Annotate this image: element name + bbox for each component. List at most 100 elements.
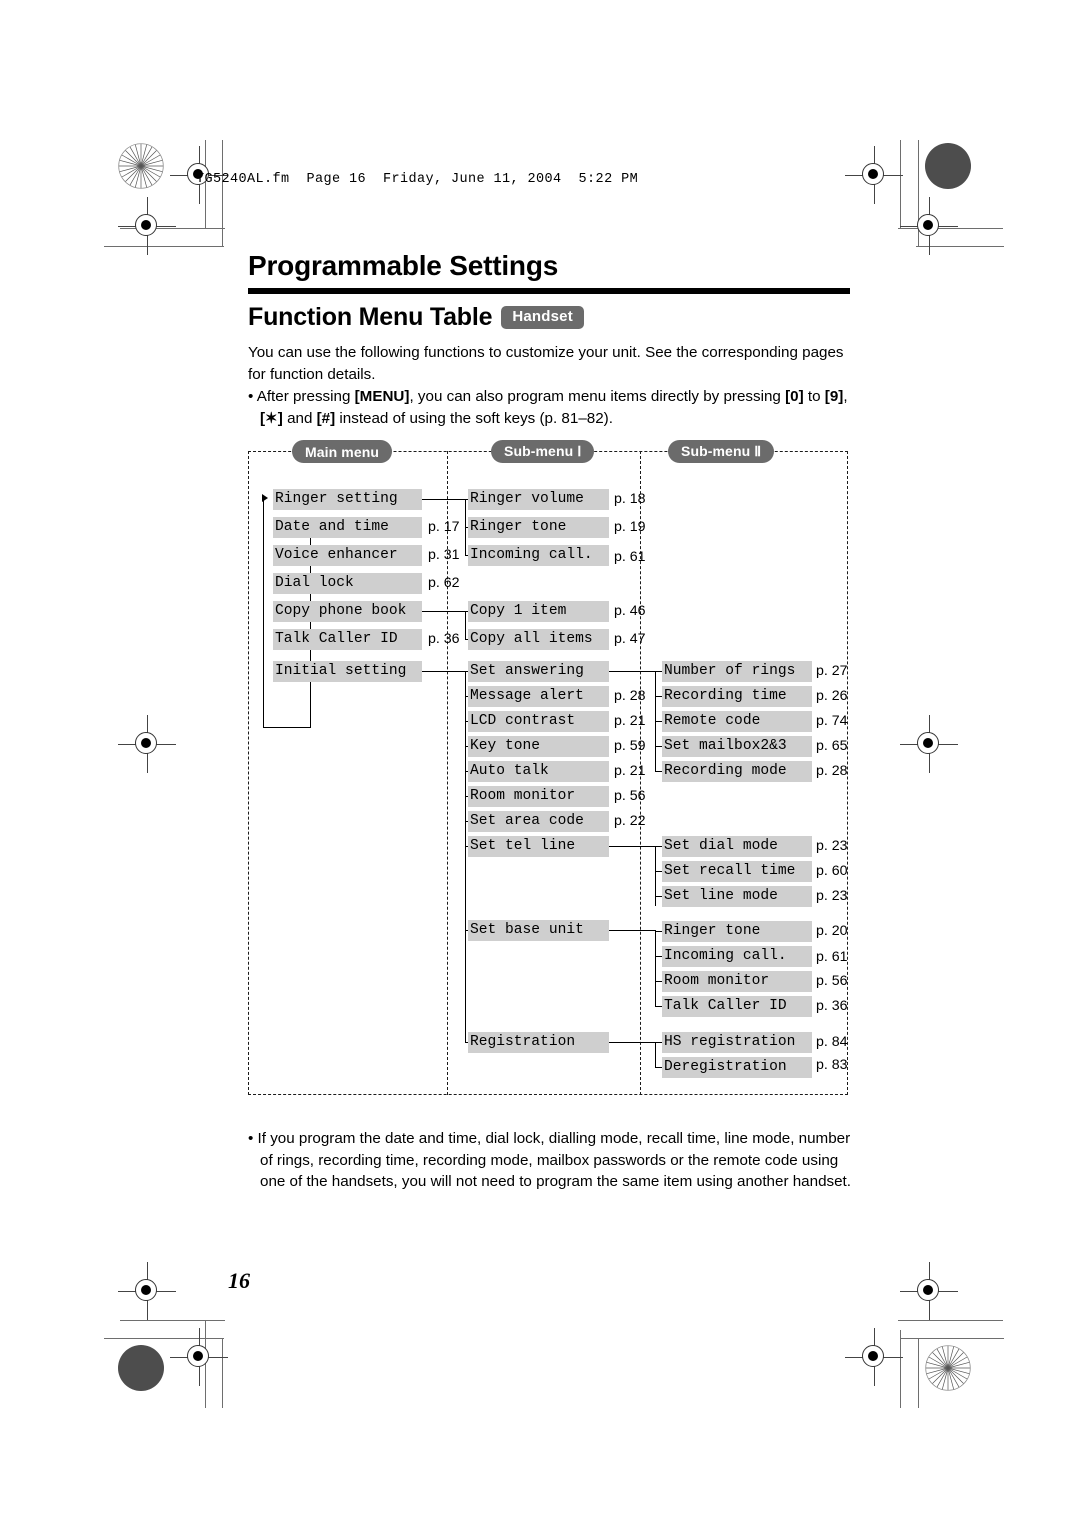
- connector: [655, 930, 657, 1007]
- handset-badge: Handset: [501, 305, 584, 330]
- main-menu-arrow-icon: [262, 493, 268, 502]
- page-ref: p. 74: [816, 713, 848, 729]
- file-info-header: TG5240AL.fm Page 16 Friday, June 11, 200…: [196, 172, 639, 187]
- page-ref: p. 36: [428, 631, 460, 647]
- connector: [422, 499, 466, 501]
- menu-item-voice-enhancer[interactable]: Voice enhancer: [273, 545, 422, 566]
- page-ref: p. 83: [816, 1057, 848, 1073]
- submenu1-item-set-area-code[interactable]: Set area code: [468, 811, 609, 832]
- title-rule: [248, 288, 850, 294]
- submenu2-item-set-mailbox[interactable]: Set mailbox2&3: [662, 736, 812, 757]
- submenu1-item-ringer-tone[interactable]: Ringer tone: [468, 517, 609, 538]
- submenu1-item-set-base-unit[interactable]: Set base unit: [468, 920, 609, 941]
- submenu2-item-ringer-tone[interactable]: Ringer tone: [662, 921, 812, 942]
- submenu1-item-key-tone[interactable]: Key tone: [468, 736, 609, 757]
- intro-bullet: • After pressing [MENU], you can also pr…: [248, 386, 856, 429]
- page-ref: p. 20: [816, 923, 848, 939]
- connector: [465, 611, 467, 639]
- submenu2-item-incoming-call[interactable]: Incoming call.: [662, 946, 812, 967]
- page-ref: p. 21: [614, 763, 646, 779]
- submenu2-item-set-dial-mode[interactable]: Set dial mode: [662, 836, 812, 857]
- page-ref: p. 47: [614, 631, 646, 647]
- bullet-text-f: instead of using the soft keys (p. 81–82…: [335, 409, 613, 427]
- connector: [422, 611, 466, 613]
- page-ref: p. 22: [614, 813, 646, 829]
- menu-item-date-and-time[interactable]: Date and time: [273, 517, 422, 538]
- connector: [609, 1042, 656, 1044]
- submenu2-item-number-of-rings[interactable]: Number of rings: [662, 661, 812, 682]
- submenu1-item-registration[interactable]: Registration: [468, 1032, 609, 1053]
- main-menu-loop-wire: [263, 727, 311, 729]
- menu-item-talk-caller-id[interactable]: Talk Caller ID: [273, 629, 422, 650]
- submenu1-item-ringer-volume[interactable]: Ringer volume: [468, 489, 609, 510]
- page-ref: p. 56: [614, 788, 646, 804]
- submenu1-item-set-answering[interactable]: Set answering: [468, 661, 609, 682]
- connector: [465, 671, 467, 1043]
- bullet-text-e: and: [282, 409, 317, 427]
- connector: [422, 671, 466, 673]
- bullet-text-b: , you can also program menu items direct…: [409, 388, 786, 405]
- submenu2-item-remote-code[interactable]: Remote code: [662, 711, 812, 732]
- column-header-sub-menu-2: Sub-menu Ⅱ: [668, 440, 775, 463]
- submenu2-item-set-recall-time[interactable]: Set recall time: [662, 861, 812, 882]
- submenu2-item-recording-time[interactable]: Recording time: [662, 686, 812, 707]
- bullet-text-d: ,: [843, 388, 848, 405]
- submenu2-item-hs-registration[interactable]: HS registration: [662, 1032, 812, 1053]
- page-ref: p. 46: [614, 603, 646, 619]
- menu-item-ringer-setting[interactable]: Ringer setting: [273, 489, 422, 510]
- menu-item-copy-phone-book[interactable]: Copy phone book: [273, 601, 422, 622]
- bullet-text-a: • After pressing: [248, 388, 355, 405]
- connector: [655, 1042, 657, 1067]
- submenu1-item-message-alert[interactable]: Message alert: [468, 686, 609, 707]
- page-ref: p. 62: [428, 575, 460, 591]
- page-ref: p. 26: [816, 688, 848, 704]
- submenu2-item-set-line-mode[interactable]: Set line mode: [662, 886, 812, 907]
- function-menu-diagram: Main menu Sub-menu Ⅰ Sub-menu Ⅱ Ringer s…: [248, 440, 848, 1095]
- key-hash: [#]: [316, 409, 336, 427]
- connector: [609, 930, 656, 932]
- submenu1-item-set-tel-line[interactable]: Set tel line: [468, 836, 609, 857]
- submenu1-item-auto-talk[interactable]: Auto talk: [468, 761, 609, 782]
- section-heading: Function Menu Table Handset: [248, 303, 584, 332]
- submenu2-item-recording-mode[interactable]: Recording mode: [662, 761, 812, 782]
- submenu1-item-incoming-call[interactable]: Incoming call.: [468, 545, 609, 566]
- menu-item-dial-lock[interactable]: Dial lock: [273, 573, 422, 594]
- section-title: Function Menu Table: [248, 303, 493, 331]
- page-ref: p. 28: [614, 688, 646, 704]
- page-ref: p. 19: [614, 519, 646, 535]
- key-0: [0]: [785, 388, 804, 405]
- connector: [609, 846, 656, 848]
- page-content: TG5240AL.fm Page 16 Friday, June 11, 200…: [0, 0, 1080, 1528]
- page-ref: p. 84: [816, 1034, 848, 1050]
- submenu1-item-lcd-contrast[interactable]: LCD contrast: [468, 711, 609, 732]
- page-ref: p. 23: [816, 888, 848, 904]
- submenu1-item-room-monitor[interactable]: Room monitor: [468, 786, 609, 807]
- submenu1-item-copy-1-item[interactable]: Copy 1 item: [468, 601, 609, 622]
- submenu2-item-room-monitor[interactable]: Room monitor: [662, 971, 812, 992]
- page-ref: p. 27: [816, 663, 848, 679]
- page-ref: p. 23: [816, 838, 848, 854]
- page-ref: p. 56: [816, 973, 848, 989]
- page-ref: p. 65: [816, 738, 848, 754]
- main-menu-loop-wire: [263, 498, 265, 728]
- page-ref: p. 59: [614, 738, 646, 754]
- submenu1-item-copy-all-items[interactable]: Copy all items: [468, 629, 609, 650]
- page-ref: p. 18: [614, 491, 646, 507]
- page-ref: p. 21: [614, 713, 646, 729]
- column-header-sub-menu-1: Sub-menu Ⅰ: [491, 440, 595, 463]
- submenu2-item-talk-caller-id[interactable]: Talk Caller ID: [662, 996, 812, 1017]
- key-star: [✶]: [260, 409, 283, 427]
- page-ref: p. 17: [428, 519, 460, 535]
- page-ref: p. 61: [816, 949, 848, 965]
- submenu2-item-deregistration[interactable]: Deregistration: [662, 1057, 812, 1078]
- intro-paragraph: You can use the following functions to c…: [248, 344, 844, 383]
- page-ref: p. 31: [428, 547, 460, 563]
- page-ref: p. 61: [614, 549, 646, 565]
- page-title: Programmable Settings: [248, 250, 559, 281]
- key-menu: [MENU]: [354, 388, 410, 405]
- page-number: 16: [228, 1268, 250, 1293]
- key-9: [9]: [824, 388, 844, 405]
- footer-bullet: • If you program the date and time, dial…: [248, 1130, 851, 1190]
- menu-item-initial-setting[interactable]: Initial setting: [273, 661, 422, 682]
- page-ref: p. 60: [816, 863, 848, 879]
